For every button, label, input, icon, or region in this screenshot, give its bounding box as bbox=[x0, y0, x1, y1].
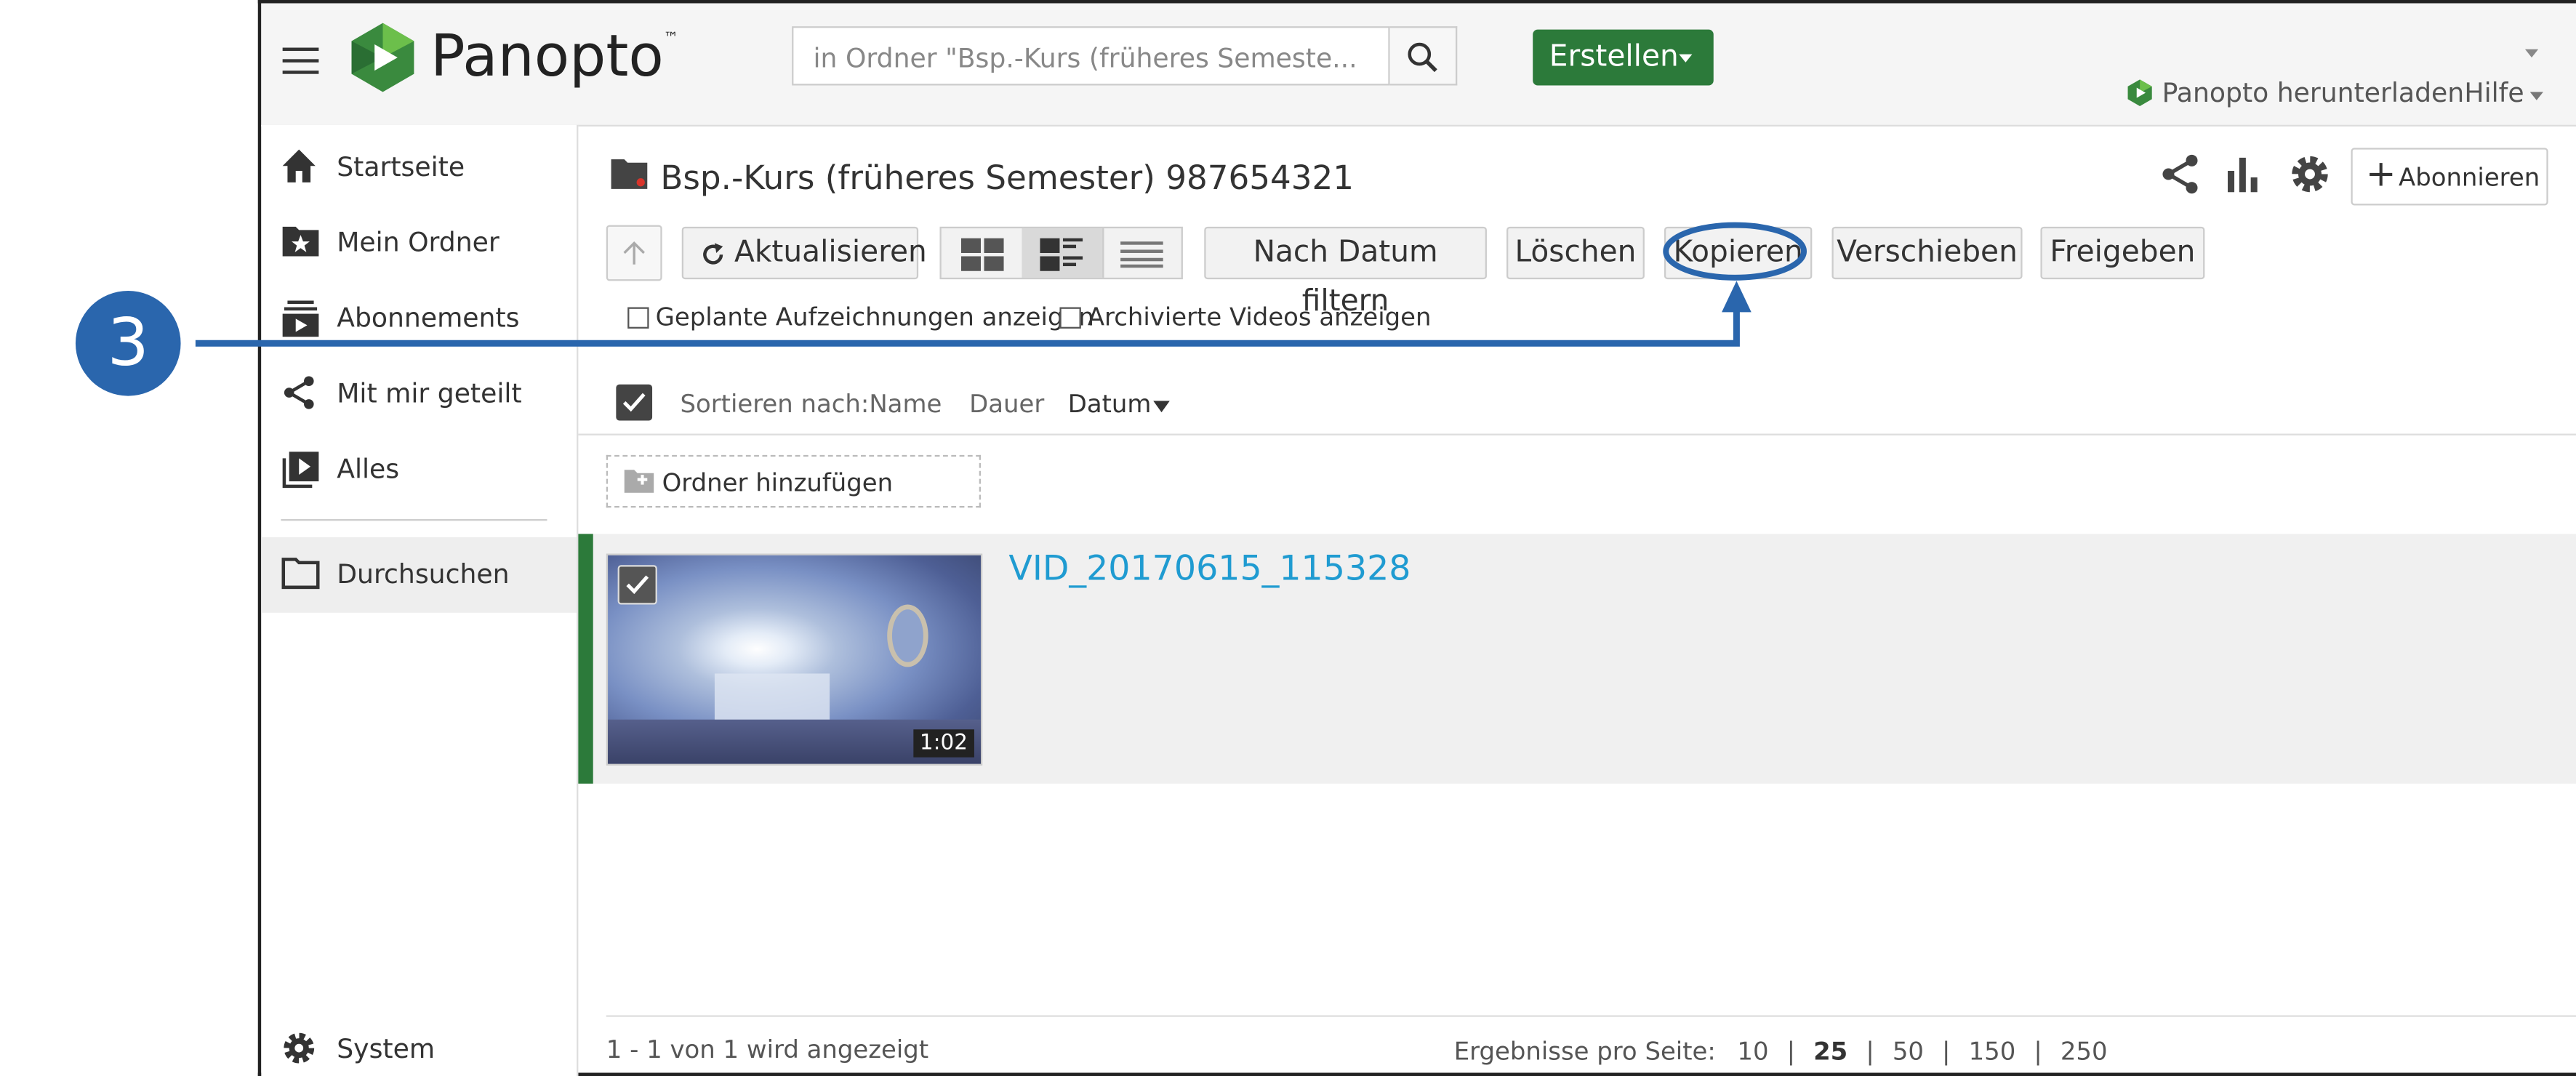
callout-overlay bbox=[195, 222, 1807, 347]
callout-arrow-icon bbox=[1722, 281, 1752, 313]
highlight-ellipse bbox=[1663, 222, 1807, 281]
annotated-screenshot: 3 Panopto™ in Ordner "Bsp.-Kurs (frühere… bbox=[0, 0, 2576, 1076]
callout-line bbox=[195, 305, 1740, 347]
